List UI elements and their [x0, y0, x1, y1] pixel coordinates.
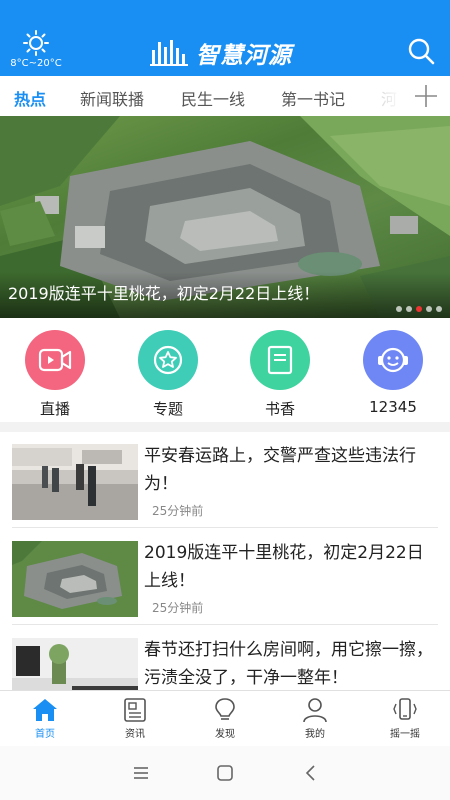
banner-carousel[interactable]: 2019版连平十里桃花，初定2月22日上线！ [0, 116, 450, 318]
nav-label: 资讯 [125, 729, 145, 740]
app-logo: 智慧河源 [150, 36, 292, 70]
logo-bars-icon [150, 40, 188, 66]
news-title: 平安春运路上，交警严查这些违法行为！ [144, 446, 416, 494]
bottom-nav: 首页 资讯 发现 我的 摇一摇 [0, 690, 450, 746]
logo-text: 智慧河源 [196, 43, 292, 69]
news-item[interactable]: 2019版连平十里桃花，初定2月22日上线！ 25分钟前 [12, 529, 438, 625]
nav-label: 摇一摇 [390, 729, 420, 740]
carousel-indicator [396, 306, 442, 312]
quick-link-books[interactable]: 书香 [240, 330, 320, 419]
news-list: 平安春运路上，交警严查这些违法行为！ 25分钟前 2019版连平十里桃花，初定2… [0, 432, 450, 690]
menu-icon [134, 767, 148, 779]
weather-widget[interactable]: 8°C~20°C [8, 30, 64, 69]
category-tabs: 热点 新闻联播 民生一线 第一书记 河 [0, 76, 450, 116]
news-time: 25分钟前 [152, 504, 204, 518]
carousel-dot[interactable] [396, 306, 402, 312]
quick-link-label: 直播 [39, 400, 70, 418]
lightbulb-icon [215, 698, 235, 720]
system-home-button[interactable] [214, 762, 236, 784]
carousel-dot[interactable] [426, 306, 432, 312]
topics-button-circle [138, 330, 198, 390]
sun-icon [23, 30, 49, 56]
weather-temperature: 8°C~20°C [10, 58, 62, 69]
search-icon [408, 38, 435, 65]
books-button-circle [250, 330, 310, 390]
carousel-dot[interactable] [436, 306, 442, 312]
star-icon [153, 345, 183, 375]
system-back-button[interactable] [300, 762, 322, 784]
nav-home[interactable]: 首页 [0, 697, 90, 740]
nav-news[interactable]: 资讯 [90, 697, 180, 740]
plus-icon [415, 85, 437, 107]
system-menu-button[interactable] [130, 762, 152, 784]
quick-link-topics[interactable]: 专题 [128, 330, 208, 419]
news-thumbnail-room [12, 638, 138, 690]
book-icon [267, 345, 293, 375]
add-channel-button[interactable] [402, 76, 450, 116]
news-time: 25分钟前 [152, 601, 204, 615]
quick-link-label: 书香 [264, 400, 295, 418]
news-item[interactable]: 春节还打扫什么房间啊，用它擦一擦，污渍全没了，干净一整年！ [12, 626, 438, 690]
newspaper-icon [124, 698, 146, 722]
carousel-dot[interactable] [406, 306, 412, 312]
home-icon [33, 699, 57, 721]
quick-link-hotline[interactable]: 12345 [353, 330, 433, 416]
person-icon [303, 698, 327, 723]
nav-mine[interactable]: 我的 [270, 697, 360, 740]
quick-link-live[interactable]: 直播 [15, 330, 95, 419]
carousel-dot-active[interactable] [416, 306, 422, 312]
phone-shake-icon [393, 698, 417, 720]
news-item[interactable]: 平安春运路上，交警严查这些违法行为！ 25分钟前 [12, 432, 438, 528]
news-title: 春节还打扫什么房间啊，用它擦一擦，污渍全没了，干净一整年！ [144, 640, 433, 688]
quick-link-label: 12345 [369, 398, 417, 416]
nav-label: 首页 [35, 729, 55, 740]
nav-shake[interactable]: 摇一摇 [360, 697, 450, 740]
tab-livelihood[interactable]: 民生一线 [181, 86, 245, 110]
app-header: 8°C~20°C 智慧河源 [0, 0, 450, 76]
square-icon [217, 765, 233, 781]
back-arrow-icon [305, 765, 315, 781]
tab-fade-overlay [362, 76, 402, 116]
search-button[interactable] [406, 36, 436, 66]
app-screen: 8°C~20°C 智慧河源 热点 新闻联播 民生一线 第一书记 2019版连平十… [0, 0, 450, 800]
news-thumbnail-traffic [12, 444, 138, 520]
hotline-button-circle [363, 330, 423, 390]
nav-label: 我的 [305, 729, 325, 740]
nav-discover[interactable]: 发现 [180, 697, 270, 740]
video-camera-icon [38, 348, 72, 372]
tab-news-broadcast[interactable]: 新闻联播 [80, 86, 144, 110]
nav-label: 发现 [215, 729, 235, 740]
quick-link-label: 专题 [152, 400, 183, 418]
banner-caption: 2019版连平十里桃花，初定2月22日上线！ [8, 284, 320, 303]
tab-first-secretary[interactable]: 第一书记 [281, 86, 345, 110]
quick-links: 直播 专题 书香 12345 [0, 318, 450, 422]
live-button-circle [25, 330, 85, 390]
news-title: 2019版连平十里桃花，初定2月22日上线！ [144, 543, 424, 591]
hotline-face-icon [378, 347, 408, 373]
news-thumbnail-village [12, 541, 138, 617]
system-nav-bar [0, 746, 450, 800]
tab-hot[interactable]: 热点 [14, 86, 46, 110]
